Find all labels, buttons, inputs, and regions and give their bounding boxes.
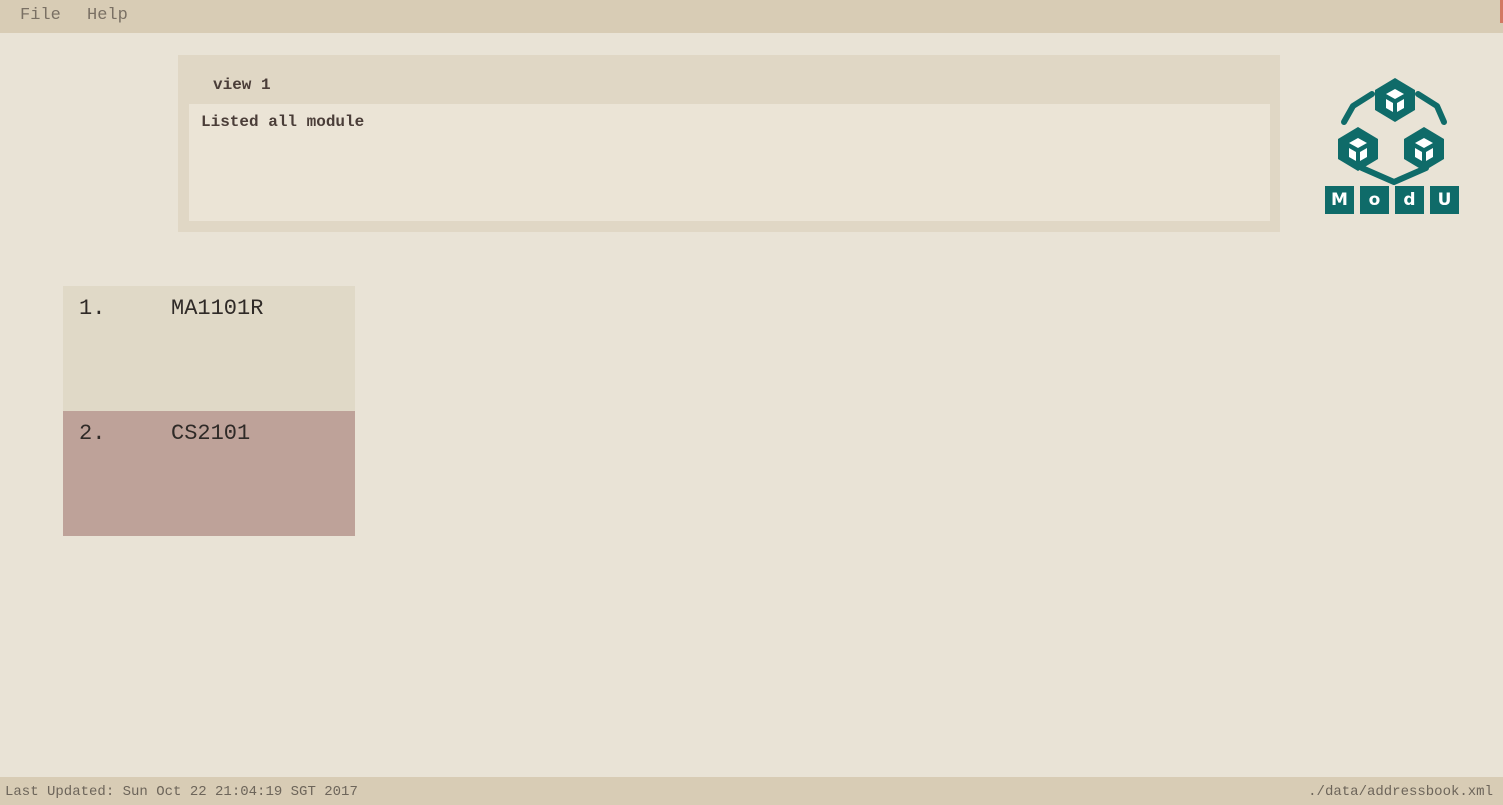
result-display: Listed all module: [189, 104, 1270, 221]
command-input-box[interactable]: view 1: [178, 55, 1280, 104]
menu-bar: File Help: [0, 0, 1503, 33]
module-list: 1. MA1101R 2. CS2101: [63, 286, 355, 536]
logo-letters: M o d U: [1325, 186, 1459, 214]
menu-help[interactable]: Help: [85, 6, 130, 25]
logo-letter-d: d: [1395, 186, 1424, 214]
menu-file[interactable]: File: [18, 6, 63, 25]
module-card-selected[interactable]: 2. CS2101: [63, 411, 355, 536]
logo-letter-m: M: [1325, 186, 1354, 214]
module-code: MA1101R: [171, 296, 264, 321]
status-bar: Last Updated: Sun Oct 22 21:04:19 SGT 20…: [0, 777, 1503, 805]
module-card[interactable]: 1. MA1101R: [63, 286, 355, 411]
module-code: CS2101: [171, 421, 251, 446]
last-updated-status: Last Updated: Sun Oct 22 21:04:19 SGT 20…: [5, 784, 358, 800]
logo-letter-u: U: [1430, 186, 1459, 214]
cubes-logo-icon: [1338, 78, 1447, 185]
result-message: Listed all module: [201, 113, 365, 131]
command-input[interactable]: view 1: [213, 76, 271, 94]
logo-letter-o: o: [1360, 186, 1389, 214]
command-panel: view 1 Listed all module: [178, 55, 1280, 232]
file-path-status: ./data/addressbook.xml: [1308, 784, 1493, 800]
modu-logo: M o d U: [1320, 70, 1470, 220]
module-index: 1.: [79, 296, 106, 321]
module-index: 2.: [79, 421, 106, 446]
